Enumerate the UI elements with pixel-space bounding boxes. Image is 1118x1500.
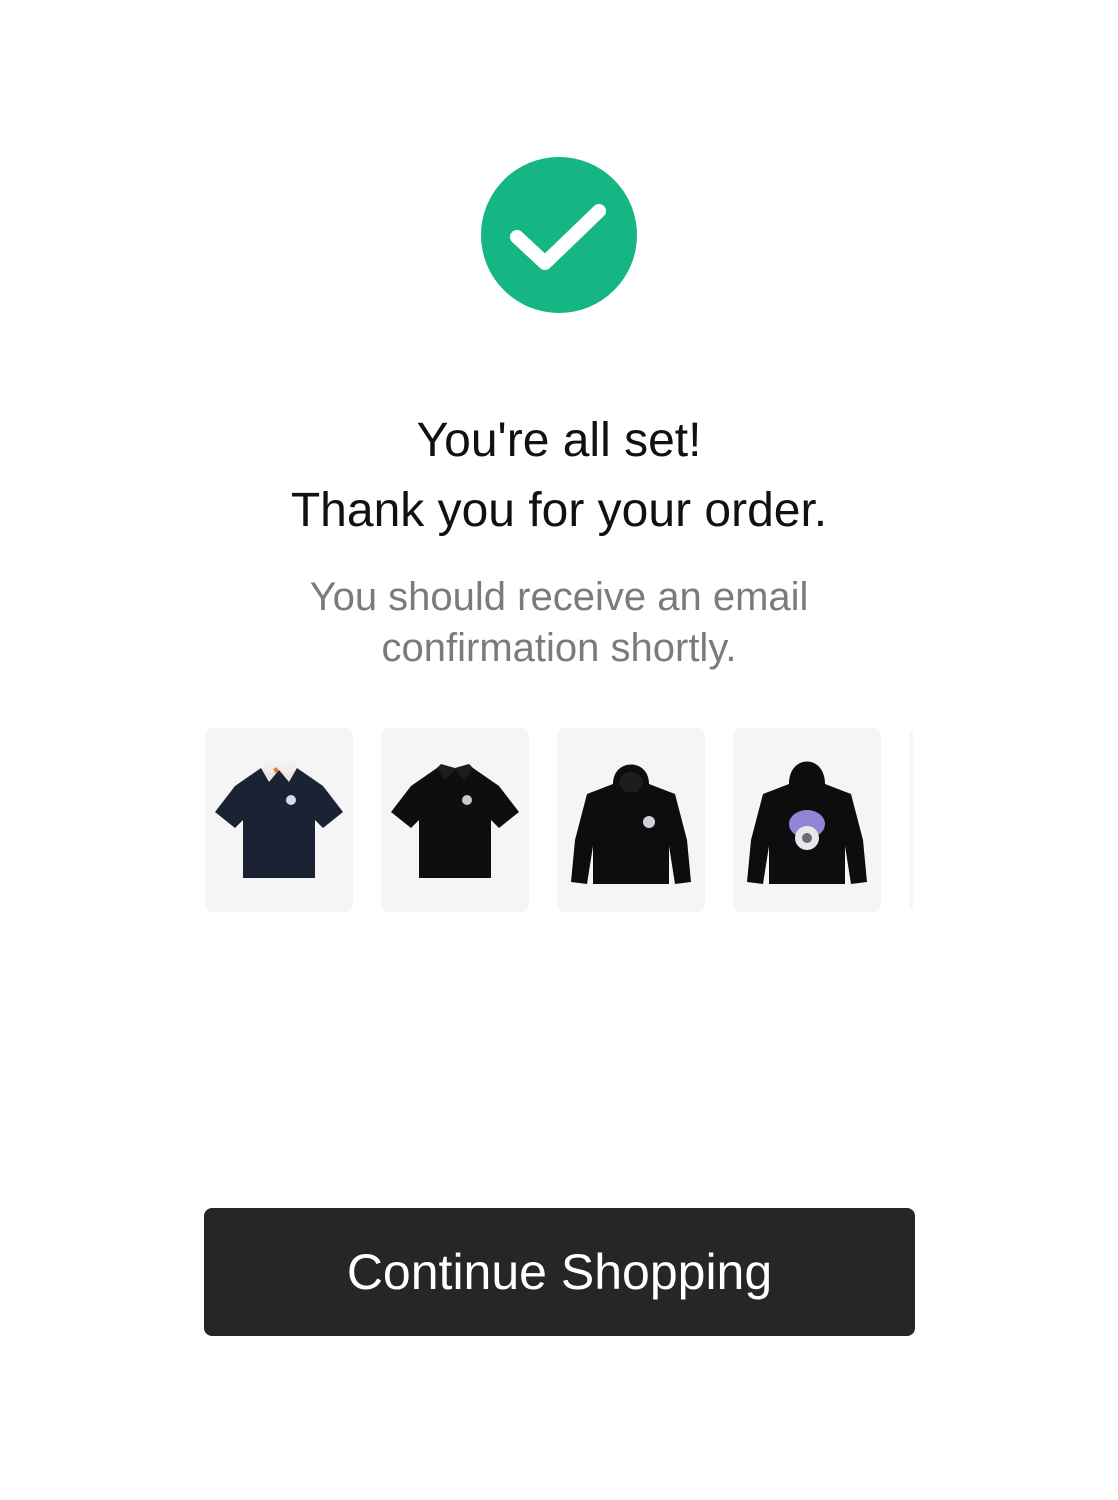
order-item-thumbnail: [381, 728, 529, 912]
black-polo-shirt-icon: [391, 764, 519, 878]
navy-polo-shirt-icon: [215, 762, 343, 878]
continue-shopping-button[interactable]: Continue Shopping: [204, 1208, 915, 1336]
email-notice-line: confirmation shortly.: [381, 626, 737, 670]
checkmark-circle-icon: [481, 157, 637, 313]
order-items-carousel[interactable]: [205, 728, 913, 912]
email-notice: You should receive an email confirmation…: [0, 572, 1118, 674]
order-item-thumbnail-partial: [909, 728, 913, 912]
order-item-thumbnail: [557, 728, 705, 912]
checkmark-icon: [481, 157, 637, 313]
email-notice-line: You should receive an email: [309, 575, 809, 619]
black-hoodie-front-icon: [571, 764, 691, 884]
order-item-thumbnail: [733, 728, 881, 912]
black-hoodie-back-graphic-icon: [747, 761, 867, 884]
confirmation-title: You're all set!: [416, 414, 702, 467]
order-item-thumbnail: [205, 728, 353, 912]
confirmation-thank-you: Thank you for your order.: [290, 484, 828, 537]
